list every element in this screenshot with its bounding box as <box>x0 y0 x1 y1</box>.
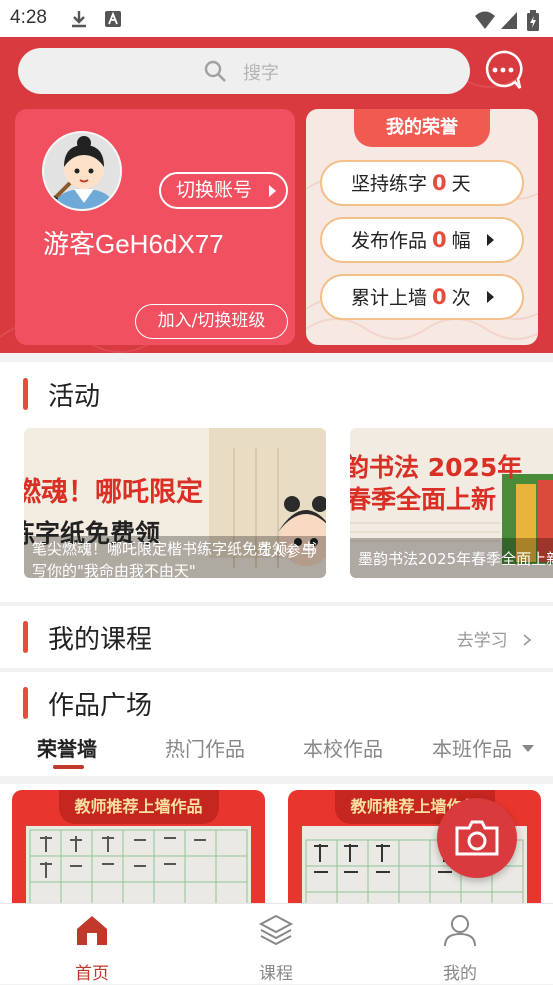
banner-subheadline: 春季全面上新 <box>350 485 497 514</box>
bottom-nav: 首页 课程 我的 <box>0 903 553 984</box>
tab-honor-wall[interactable]: 荣誉墙 <box>37 733 97 762</box>
activity-banner-2[interactable]: 韵书法 2025年 春季全面上新 墨韵书法2025年春季全面上新 <box>350 428 553 578</box>
keyboard-app-icon <box>105 11 121 27</box>
home-icon <box>77 916 107 945</box>
caret-down-icon <box>522 745 535 752</box>
tab-indicator <box>53 765 84 769</box>
honor-wall-count[interactable]: 累计上墙 0 次 <box>320 274 524 320</box>
tab-hot-works[interactable]: 热门作品 <box>165 733 245 762</box>
nav-profile-label: 我的 <box>443 964 477 984</box>
username: 游客GeH6dX77 <box>43 229 224 259</box>
honor-value: 0 <box>432 228 447 252</box>
courses-section[interactable]: 我的课程 去学习 <box>0 606 553 668</box>
banner-headline: 燃魂！哪吒限定 <box>24 477 203 508</box>
search-placeholder: 搜字 <box>243 63 279 84</box>
honor-unit: 天 <box>451 173 471 195</box>
banner-caption: 墨韵书法2025年春季全面上新 <box>358 550 553 568</box>
honor-label: 发布作品 <box>351 230 428 252</box>
tab-class-works[interactable]: 本班作品 <box>432 733 535 762</box>
person-icon <box>444 915 476 947</box>
honor-title: 我的荣誉 <box>354 109 490 147</box>
message-icon[interactable] <box>482 49 524 91</box>
switch-account-button[interactable]: 切换账号 <box>159 172 288 209</box>
search-icon <box>204 60 226 82</box>
banner-headline: 韵书法 2025年 <box>350 453 523 482</box>
tab-label: 本班作品 <box>432 737 512 761</box>
chevron-right-icon <box>487 291 494 303</box>
wifi-icon <box>475 11 495 29</box>
divider <box>0 776 553 784</box>
signal-icon <box>501 12 517 29</box>
honor-label: 累计上墙 <box>351 287 428 309</box>
section-accent-bar <box>23 378 28 410</box>
activity-banner-1[interactable]: 燃魂！哪吒限定 练字纸免费领 笔尖燃魂！哪吒限定楷书练字纸免费领，书写你的"我命… <box>24 428 326 578</box>
battery-icon <box>527 10 539 31</box>
honor-label: 坚持练字 <box>351 173 428 195</box>
chevron-right-icon <box>269 185 276 197</box>
go-learn-link[interactable]: 去学习 <box>457 626 533 651</box>
chevron-right-icon <box>523 634 532 646</box>
works-title: 作品广场 <box>48 691 153 721</box>
header: 搜字 切换账号 游客GeH6dX77 加入/切换班级 我的荣誉 坚持练字 0 天… <box>0 37 553 353</box>
honor-value: 0 <box>432 285 447 309</box>
honor-published-works[interactable]: 发布作品 0 幅 <box>320 217 524 263</box>
join-class-button[interactable]: 加入/切换班级 <box>135 304 288 339</box>
section-accent-bar <box>23 687 28 719</box>
user-card: 切换账号 游客GeH6dX77 加入/切换班级 <box>15 109 295 345</box>
nav-profile[interactable]: 我的 <box>405 904 515 985</box>
search-bar[interactable]: 搜字 <box>18 48 470 94</box>
courses-title: 我的课程 <box>48 625 153 655</box>
banner-participants: 1人参与 <box>261 542 316 560</box>
calligraphy-grid <box>29 829 248 909</box>
switch-account-label: 切换账号 <box>176 179 253 201</box>
honor-card: 我的荣誉 坚持练字 0 天 发布作品 0 幅 累计上墙 0 次 <box>306 109 538 345</box>
honor-unit: 次 <box>451 287 471 309</box>
nav-home[interactable]: 首页 <box>37 904 147 985</box>
nav-home-label: 首页 <box>75 964 109 984</box>
honor-unit: 幅 <box>451 230 471 252</box>
status-time: 4:28 <box>10 7 47 28</box>
activities-title: 活动 <box>48 382 101 412</box>
nav-courses-label: 课程 <box>259 964 293 984</box>
section-accent-bar <box>23 621 28 653</box>
honor-practice-days: 坚持练字 0 天 <box>320 160 524 206</box>
tab-school-works[interactable]: 本校作品 <box>303 733 383 762</box>
avatar[interactable] <box>42 131 122 211</box>
work-ribbon: 教师推荐上墙作品 <box>58 790 219 824</box>
work-image <box>26 826 251 910</box>
go-learn-label: 去学习 <box>456 631 508 651</box>
work-card-1[interactable]: 教师推荐上墙作品 <box>12 790 265 910</box>
nav-courses[interactable]: 课程 <box>221 904 331 985</box>
status-bar: 4:28 <box>0 0 553 37</box>
download-icon <box>72 11 86 28</box>
layers-icon <box>258 914 294 946</box>
camera-button[interactable] <box>437 798 517 878</box>
camera-icon <box>455 820 499 856</box>
chevron-right-icon <box>487 234 494 246</box>
avatar-image <box>44 133 120 209</box>
honor-value: 0 <box>432 171 447 195</box>
activities-section: 活动 燃魂！哪吒限定 练字纸免费领 笔尖燃魂！哪吒限定楷书练字纸免费领，书写你的… <box>0 362 553 602</box>
